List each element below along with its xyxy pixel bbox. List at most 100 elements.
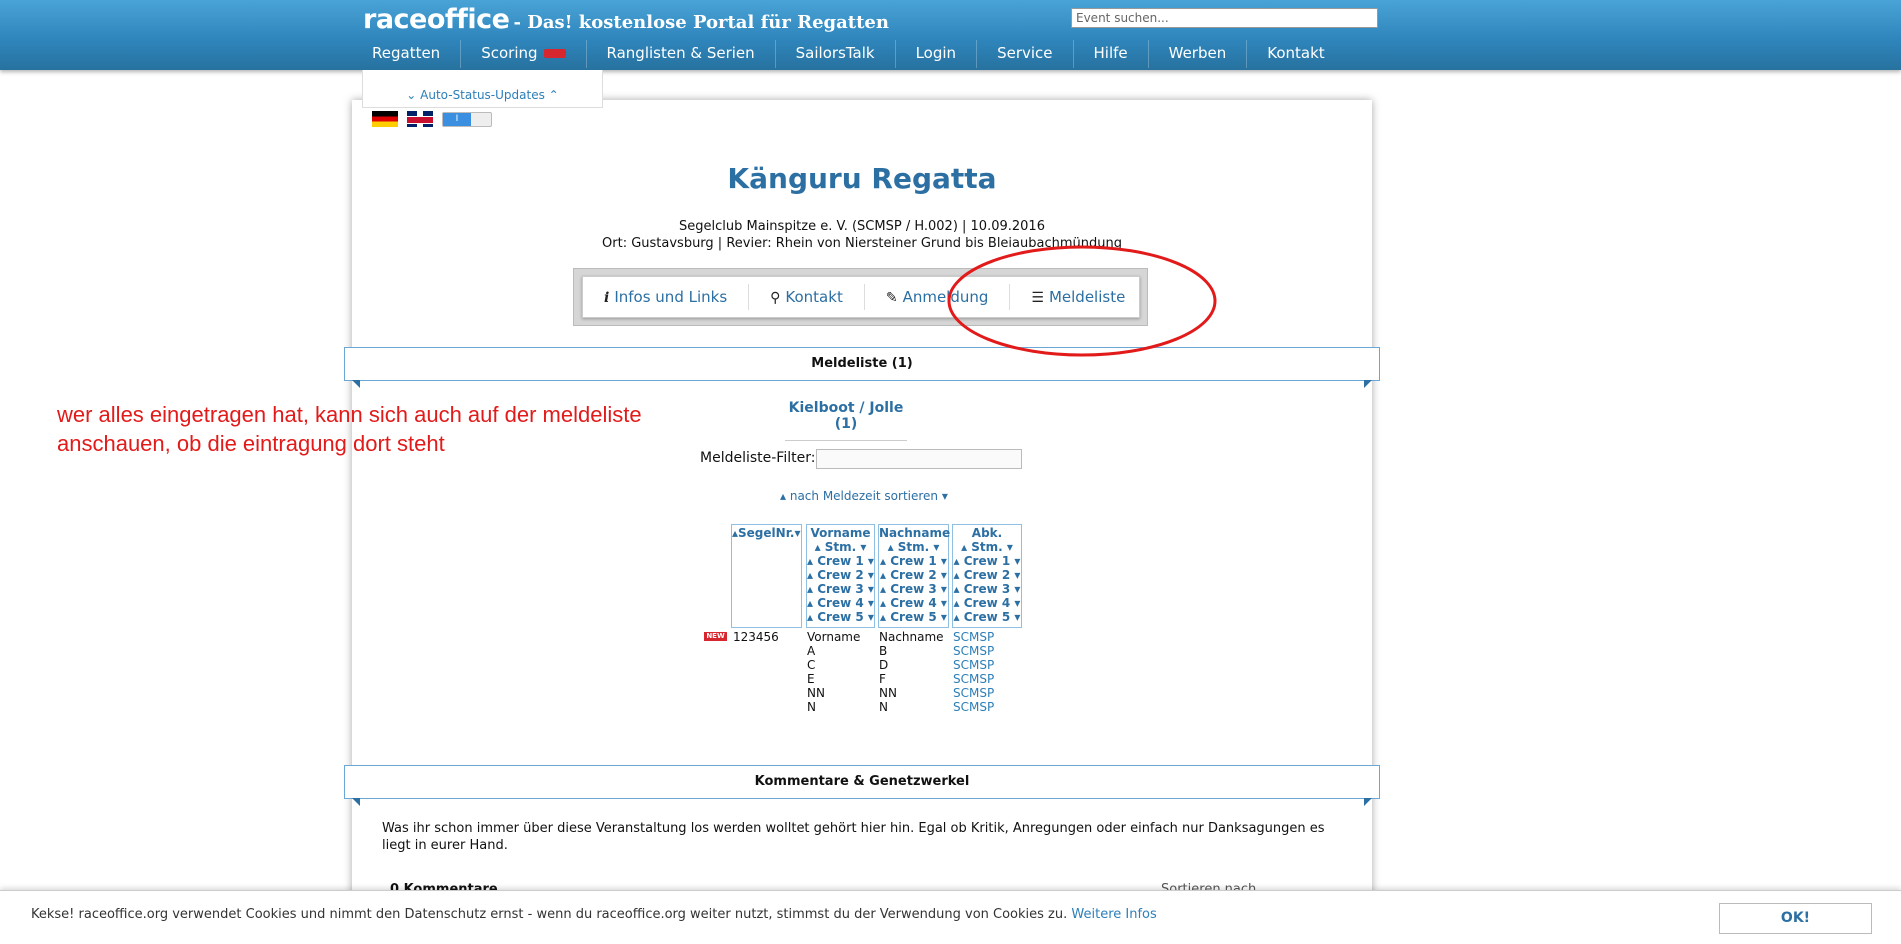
toggle-switch[interactable]: I xyxy=(442,111,492,127)
sort-crew-3[interactable]: ▴ Crew 3 ▾ xyxy=(807,582,874,596)
club-link[interactable]: SCMSP xyxy=(953,630,994,644)
info-icon: i xyxy=(604,290,610,306)
nav-label: Login xyxy=(915,44,957,62)
event-search-input[interactable]: Event suchen... xyxy=(1071,8,1378,28)
header-label: Nachname xyxy=(879,526,951,540)
nav-scoring[interactable]: Scoring xyxy=(461,40,587,68)
header-label: Abk. xyxy=(971,526,1003,540)
meldeliste-button[interactable]: ☰ Meldeliste xyxy=(1010,284,1146,310)
nav-regatten[interactable]: Regatten xyxy=(352,40,462,68)
nav-sailorstalk[interactable]: SailorsTalk xyxy=(776,40,896,68)
sort-crew-5[interactable]: ▴ Crew 5 ▾ xyxy=(953,610,1021,624)
infos-links-button[interactable]: i Infos und Links xyxy=(583,284,750,310)
more-info-link[interactable]: Weitere Infos xyxy=(1071,907,1156,922)
pencil-icon: ✎ xyxy=(885,290,898,306)
raceoffice-logo[interactable]: raceoffice xyxy=(363,4,510,35)
button-label: Meldeliste xyxy=(1048,288,1126,306)
class-tab-kielboot-jolle[interactable]: Kielboot / Jolle (1) xyxy=(785,400,907,441)
nav-label: Kontakt xyxy=(1267,44,1325,62)
sort-stm[interactable]: ▴ Stm. ▾ xyxy=(879,540,948,554)
nav-service[interactable]: Service xyxy=(977,40,1074,68)
club-link[interactable]: SCMSP xyxy=(953,672,994,686)
red-annotation-text: wer alles eingetragen hat, kann sich auc… xyxy=(57,400,642,458)
toggle-knob: I xyxy=(443,112,471,126)
vorname-cell: E xyxy=(807,672,815,686)
header-label: ▴SegelNr.▾ xyxy=(732,526,801,540)
column-header-vorname[interactable]: Vorname ▴ Stm. ▾ ▴ Crew 1 ▾ ▴ Crew 2 ▾ ▴… xyxy=(806,524,875,628)
new-entry-badge: NEW xyxy=(704,632,727,641)
annotation-line: wer alles eingetragen hat, kann sich auc… xyxy=(57,402,642,427)
nav-label: Service xyxy=(997,44,1053,62)
uk-flag-icon[interactable] xyxy=(407,111,433,127)
column-header-abk[interactable]: Abk. ▴ Stm. ▾ ▴ Crew 1 ▾ ▴ Crew 2 ▾ ▴ Cr… xyxy=(952,524,1022,628)
meldeliste-section-header: Meldeliste (1) xyxy=(344,347,1380,388)
sort-crew-4[interactable]: ▴ Crew 4 ▾ xyxy=(807,596,874,610)
tagline: - Das! kostenlose Portal für Regatten xyxy=(513,12,889,33)
nav-ranglisten[interactable]: Ranglisten & Serien xyxy=(587,40,776,68)
brand[interactable]: raceoffice - Das! kostenlose Portal für R… xyxy=(363,4,889,35)
sort-crew-2[interactable]: ▴ Crew 2 ▾ xyxy=(807,568,874,582)
kontakt-button[interactable]: ⚲ Kontakt xyxy=(749,284,865,310)
nachname-cell: F xyxy=(879,672,886,686)
nav-werben[interactable]: Werben xyxy=(1149,40,1248,68)
cookie-banner: Kekse! raceoffice.org verwendet Cookies … xyxy=(0,890,1901,944)
sort-crew-1[interactable]: ▴ Crew 1 ▾ xyxy=(953,554,1021,568)
sort-crew-1[interactable]: ▴ Crew 1 ▾ xyxy=(879,554,948,568)
meldeliste-filter-input[interactable] xyxy=(816,449,1022,469)
cookie-ok-button[interactable]: OK! xyxy=(1719,903,1872,934)
pin-icon: ⚲ xyxy=(770,290,781,306)
filter-label: Meldeliste-Filter: xyxy=(700,450,816,466)
new-badge-icon xyxy=(543,49,566,58)
sort-crew-5[interactable]: ▴ Crew 5 ▾ xyxy=(879,610,948,624)
club-link[interactable]: SCMSP xyxy=(953,700,994,714)
language-switcher: I xyxy=(372,111,492,127)
cookie-text: Kekse! raceoffice.org verwendet Cookies … xyxy=(31,907,1157,922)
sort-stm[interactable]: ▴ Stm. ▾ xyxy=(807,540,874,554)
nav-label: SailorsTalk xyxy=(795,44,875,62)
nav-label: Ranglisten & Serien xyxy=(606,44,755,62)
main-nav: Regatten Scoring Ranglisten & Serien Sai… xyxy=(352,40,1345,68)
sort-crew-4[interactable]: ▴ Crew 4 ▾ xyxy=(953,596,1021,610)
column-header-segelnr[interactable]: ▴SegelNr.▾ xyxy=(731,524,802,628)
nav-kontakt[interactable]: Kontakt xyxy=(1247,40,1344,68)
nachname-cell: N xyxy=(879,700,888,714)
button-label: Anmeldung xyxy=(902,288,989,306)
vorname-cell: C xyxy=(807,658,816,672)
german-flag-icon[interactable] xyxy=(372,111,398,127)
club-link[interactable]: SCMSP xyxy=(953,644,994,658)
event-button-group: i Infos und Links ⚲ Kontakt ✎ Anmeldung ☰ Me… xyxy=(582,276,1140,318)
column-header-nachname[interactable]: Nachname ▴ Stm. ▾ ▴ Crew 1 ▾ ▴ Crew 2 ▾ … xyxy=(878,524,951,628)
vorname-cell: N xyxy=(807,700,816,714)
nav-label: Regatten xyxy=(372,44,441,62)
segelnr-cell: 123456 xyxy=(733,630,779,644)
sort-stm[interactable]: ▴ Stm. ▾ xyxy=(953,540,1021,554)
nav-label: Hilfe xyxy=(1093,44,1128,62)
event-organizer-date: Segelclub Mainspitze e. V. (SCMSP / H.00… xyxy=(679,219,1045,234)
sort-crew-5[interactable]: ▴ Crew 5 ▾ xyxy=(807,610,874,624)
anmeldung-button[interactable]: ✎ Anmeldung xyxy=(865,284,1011,310)
club-link[interactable]: SCMSP xyxy=(953,658,994,672)
header-label: Vorname xyxy=(810,526,871,540)
sort-crew-4[interactable]: ▴ Crew 4 ▾ xyxy=(879,596,948,610)
sort-crew-1[interactable]: ▴ Crew 1 ▾ xyxy=(807,554,874,568)
sort-crew-2[interactable]: ▴ Crew 2 ▾ xyxy=(953,568,1021,582)
sort-crew-3[interactable]: ▴ Crew 3 ▾ xyxy=(953,582,1021,596)
club-link[interactable]: SCMSP xyxy=(953,686,994,700)
sort-crew-2[interactable]: ▴ Crew 2 ▾ xyxy=(879,568,948,582)
annotation-line: anschauen, ob die eintragung dort steht xyxy=(57,431,445,456)
button-label: Kontakt xyxy=(785,288,843,306)
nav-label: Werben xyxy=(1168,44,1227,62)
sort-crew-3[interactable]: ▴ Crew 3 ▾ xyxy=(879,582,948,596)
vorname-cell: NN xyxy=(807,686,825,700)
event-title: Känguru Regatta xyxy=(727,162,997,195)
nachname-cell: NN xyxy=(879,686,897,700)
nachname-cell: Nachname xyxy=(879,630,944,644)
vorname-cell: Vorname xyxy=(807,630,861,644)
vorname-cell: A xyxy=(807,644,816,658)
nachname-cell: B xyxy=(879,644,888,658)
nav-label: Scoring xyxy=(481,44,538,62)
auto-status-updates-toggle[interactable]: ⌄ Auto-Status-Updates ⌃ xyxy=(362,70,603,108)
nav-hilfe[interactable]: Hilfe xyxy=(1074,40,1149,68)
sort-by-registration-time-link[interactable]: ▴ nach Meldezeit sortieren ▾ xyxy=(780,489,948,503)
nav-login[interactable]: Login xyxy=(896,40,978,68)
